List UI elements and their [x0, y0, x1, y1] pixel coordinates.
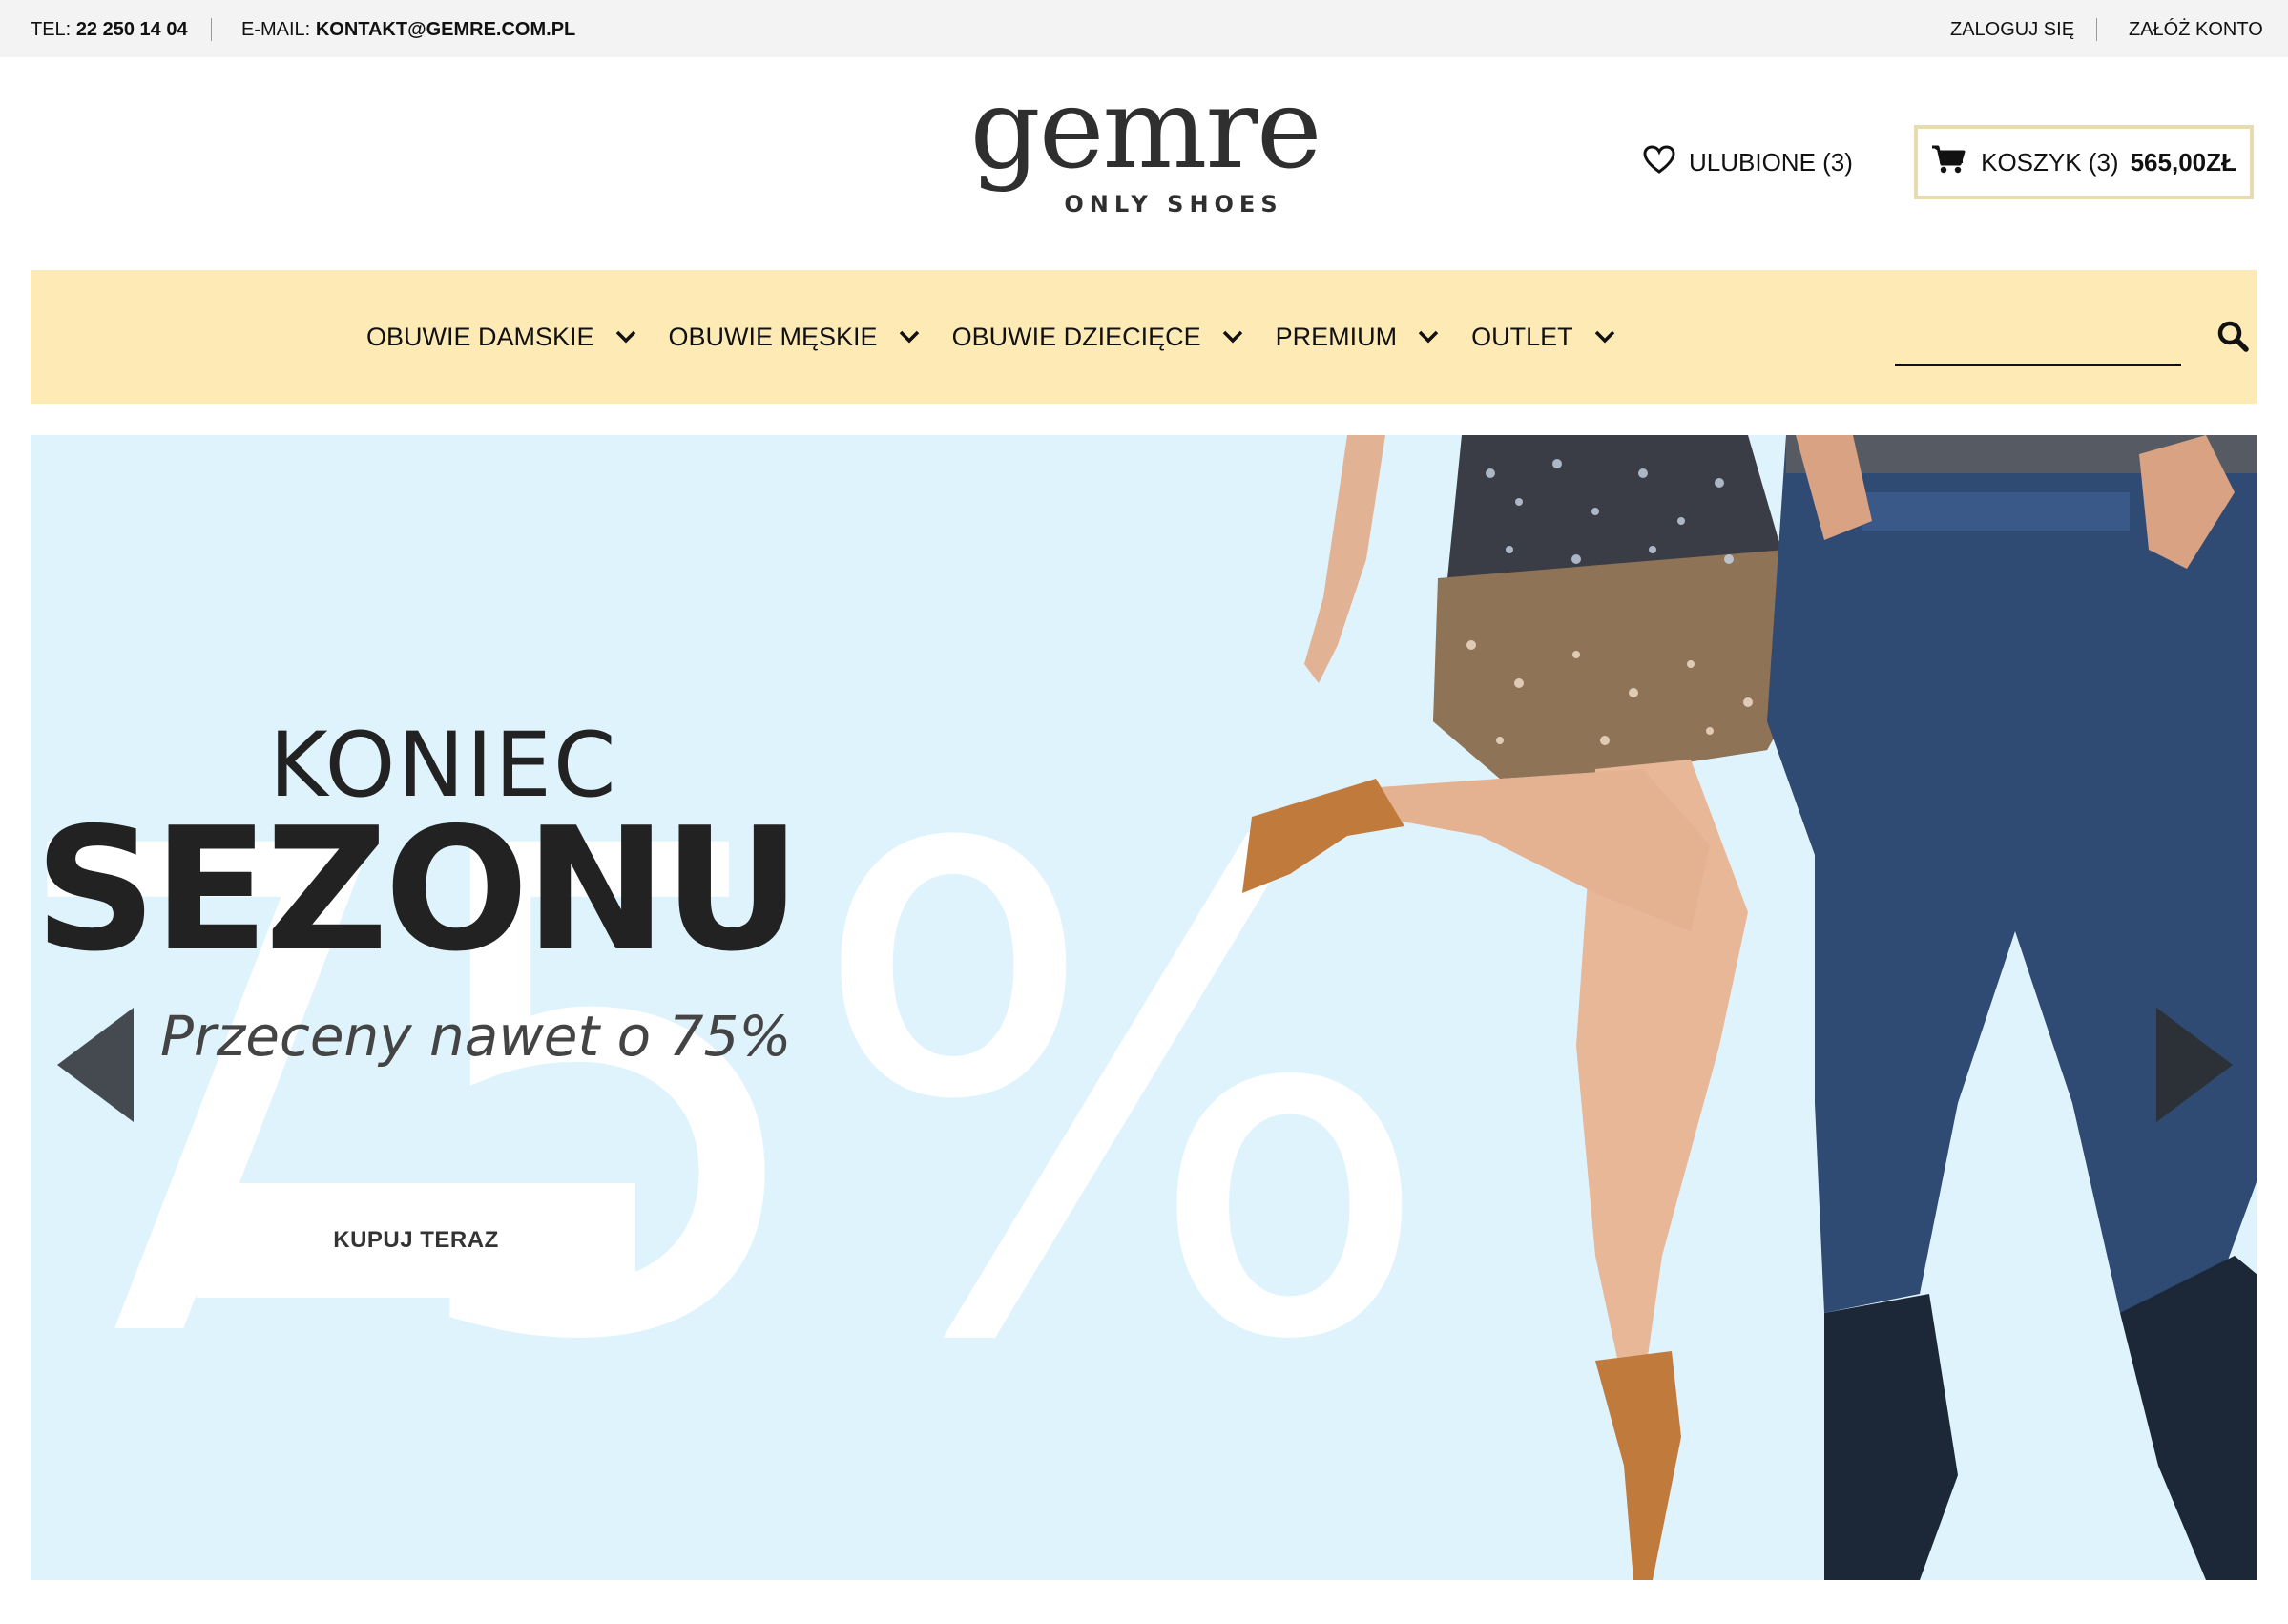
- top-bar: TEL: 22 250 14 04 E-MAIL: KONTAKT@GEMRE.…: [0, 0, 2288, 57]
- chevron-down-icon: [1594, 330, 1614, 344]
- cart-icon: [1931, 144, 1981, 181]
- logo-tagline: ONLY SHOES: [1064, 191, 1283, 218]
- arrow-left-icon: [57, 1008, 134, 1122]
- search-underline: [1895, 364, 2181, 366]
- carousel-prev-button[interactable]: [57, 1008, 135, 1127]
- chevron-down-icon: [1418, 330, 1439, 344]
- main-navigation: OBUWIE DAMSKIE OBUWIE MĘSKIE OBUWIE DZIE…: [31, 270, 2257, 404]
- hero-headline-line2: SEZONU: [34, 791, 801, 989]
- hero-banner[interactable]: 75% KONIEC SEZONU Przeceny nawet o 75% K…: [31, 435, 2257, 1580]
- shop-now-button[interactable]: KUPUJ TERAZ: [197, 1183, 635, 1298]
- nav-item-label: PREMIUM: [1275, 322, 1398, 351]
- nav-item-label: OUTLET: [1471, 322, 1573, 351]
- phone-number[interactable]: 22 250 14 04: [76, 19, 188, 40]
- login-link[interactable]: ZALOGUJ SIĘ: [1950, 19, 2074, 41]
- search-button[interactable]: [2216, 320, 2249, 357]
- chevron-down-icon: [899, 330, 919, 344]
- nav-item-obuwie-dzieciece[interactable]: OBUWIE DZIECIĘCE: [952, 323, 1243, 352]
- cart-total: 565,00ZŁ: [2130, 147, 2236, 177]
- phone-info: TEL: 22 250 14 04: [31, 19, 188, 41]
- hero-subtitle: Przeceny nawet o 75%: [160, 1004, 792, 1069]
- email-label: E-MAIL:: [241, 19, 311, 40]
- search-icon: [2217, 321, 2249, 352]
- chevron-down-icon: [1222, 330, 1242, 344]
- cart-button[interactable]: KOSZYK (3) 565,00ZŁ: [1914, 125, 2254, 199]
- nav-item-obuwie-meskie[interactable]: OBUWIE MĘSKIE: [669, 323, 920, 352]
- nav-item-outlet[interactable]: OUTLET: [1471, 323, 1615, 352]
- register-link[interactable]: ZAŁÓŻ KONTO: [2129, 19, 2263, 41]
- nav-item-label: OBUWIE DZIECIĘCE: [951, 322, 1201, 351]
- divider: [2096, 18, 2097, 41]
- nav-item-premium[interactable]: PREMIUM: [1276, 323, 1440, 352]
- nav-item-label: OBUWIE MĘSKIE: [668, 322, 878, 351]
- chevron-down-icon: [615, 330, 635, 344]
- nav-item-label: OBUWIE DAMSKIE: [366, 322, 594, 351]
- search-input[interactable]: [1895, 325, 2185, 365]
- carousel-next-button[interactable]: [2154, 1008, 2233, 1127]
- cart-label: KOSZYK (3): [1981, 147, 2119, 177]
- favorites-link[interactable]: ULUBIONE (3): [1643, 143, 1853, 181]
- site-logo[interactable]: gemre ONLY SHOES: [964, 74, 1326, 240]
- nav-item-obuwie-damskie[interactable]: OBUWIE DAMSKIE: [366, 323, 636, 352]
- email-info: E-MAIL: KONTAKT@GEMRE.COM.PL: [241, 19, 575, 41]
- favorites-label: ULUBIONE (3): [1689, 147, 1853, 177]
- divider: [211, 18, 212, 41]
- phone-label: TEL:: [31, 19, 72, 40]
- logo-word: gemre: [969, 65, 1322, 194]
- heart-icon: [1643, 144, 1689, 180]
- hero-photo: [1242, 435, 2257, 1580]
- arrow-right-icon: [2156, 1008, 2233, 1122]
- category-menu: OBUWIE DAMSKIE OBUWIE MĘSKIE OBUWIE DZIE…: [366, 270, 1648, 404]
- email-address[interactable]: KONTAKT@GEMRE.COM.PL: [316, 19, 575, 40]
